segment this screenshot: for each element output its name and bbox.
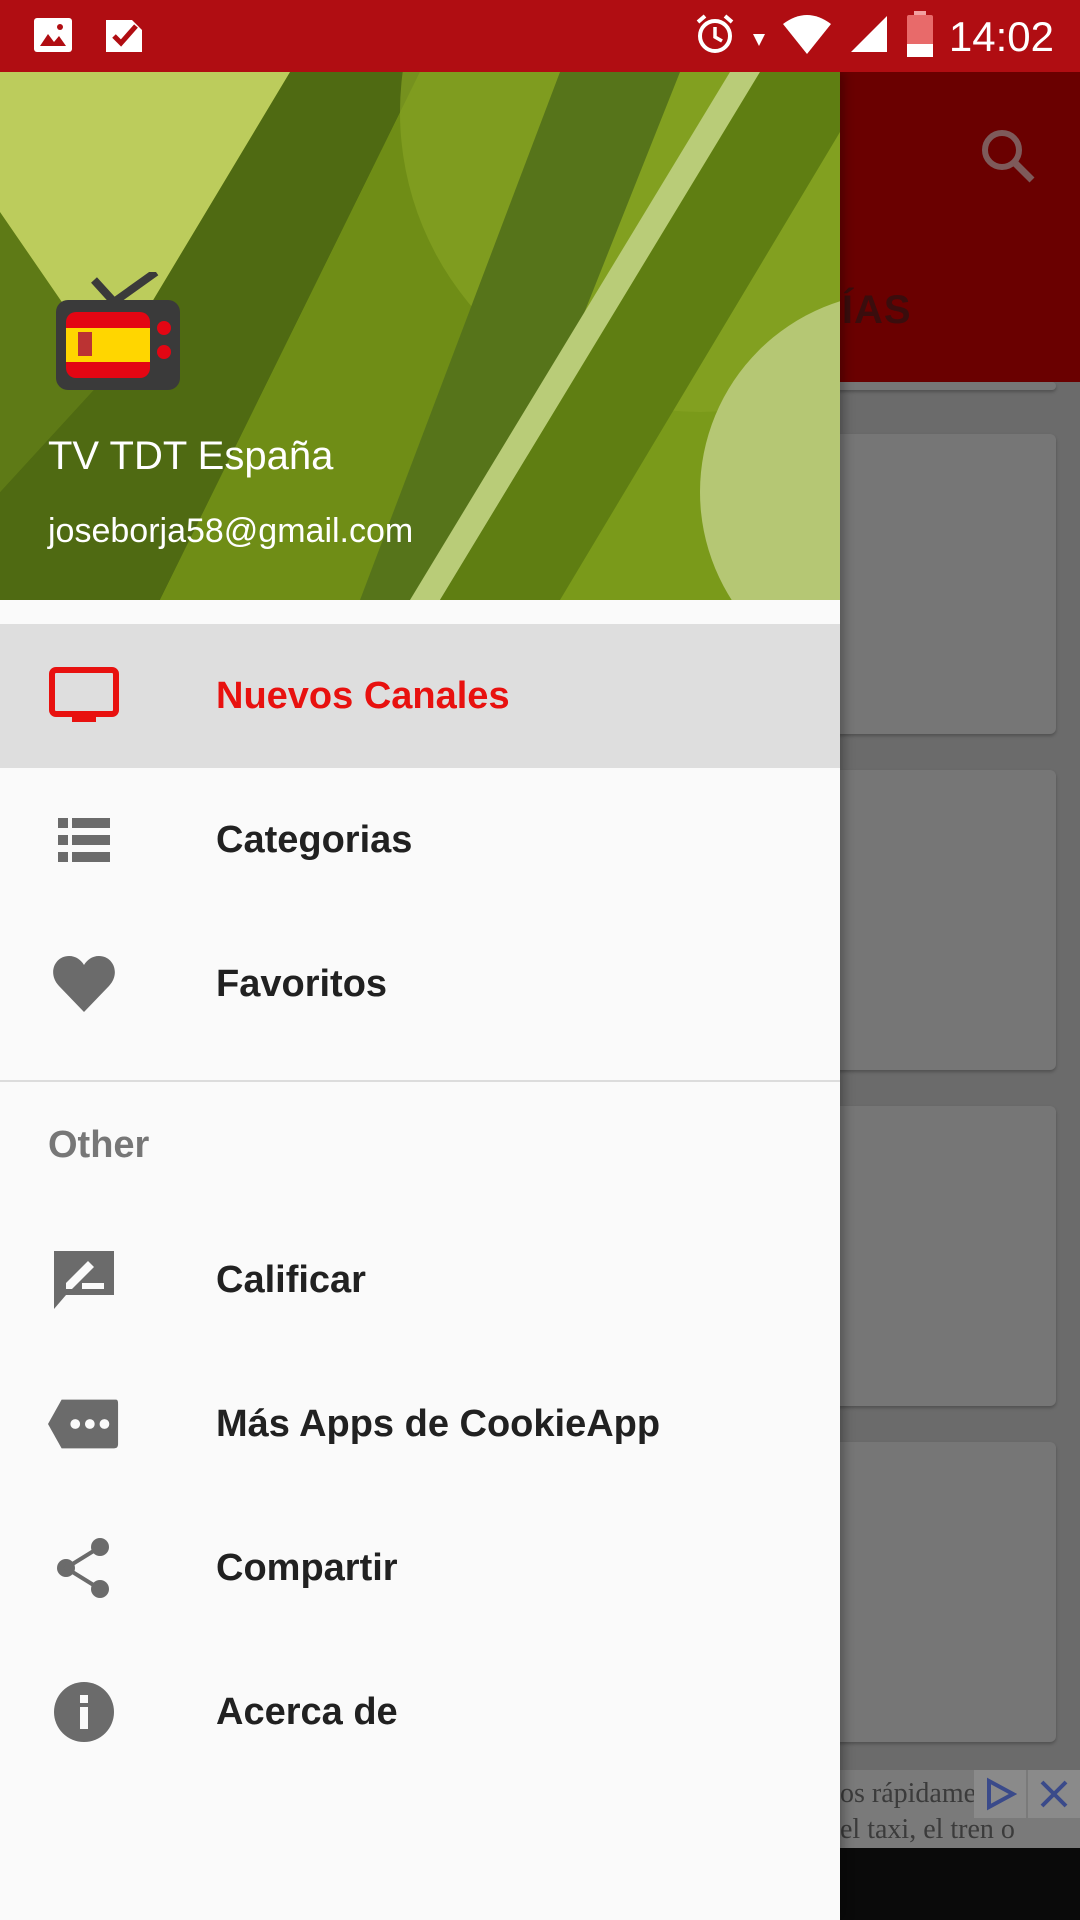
menu-item-calificar[interactable]: Calificar [0,1208,840,1352]
menu-item-compartir[interactable]: Compartir [0,1496,840,1640]
menu-item-nuevos-canales[interactable]: Nuevos Canales [0,624,840,768]
app-name: TV TDT España [48,434,334,478]
share-icon [48,1532,120,1604]
list-item[interactable] [820,770,1056,1070]
wifi-icon [781,12,833,61]
image-icon [32,14,74,63]
tv-icon [48,660,120,732]
account-email: joseborja58@gmail.com [48,512,414,550]
menu-item-label: Favoritos [216,962,388,1005]
menu-item-label: Más Apps de CookieApp [216,1402,661,1445]
more-apps-icon [48,1388,120,1460]
search-icon[interactable] [978,126,1038,191]
menu-item-favoritos[interactable]: Favoritos [0,912,840,1056]
drawer-menu: Nuevos Canales Categorias Favoritos Othe… [0,624,840,1784]
menu-item-label: Compartir [216,1546,398,1589]
battery-icon [905,10,935,63]
menu-item-label: Categorias [216,818,413,861]
list-item[interactable] [820,382,1056,390]
menu-item-mas-apps[interactable]: Más Apps de CookieApp [0,1352,840,1496]
menu-item-label: Calificar [216,1258,366,1301]
alarm-icon [693,12,737,61]
status-bar: 14:02 [0,0,1080,72]
clock: 14:02 [948,12,1054,60]
info-icon [48,1676,120,1748]
ad-choices-icon[interactable] [974,1770,1026,1818]
menu-item-label: Acerca de [216,1690,398,1733]
drawer-header: TV TDT España joseborja58@gmail.com [0,72,840,600]
heart-icon [48,948,120,1020]
signal-icon [847,12,891,61]
data-arrow-icon [751,12,767,61]
background-bottom-bar [840,1848,1080,1920]
menu-item-label: Nuevos Canales [216,674,510,717]
app-logo-icon [52,268,182,407]
menu-item-acerca-de[interactable]: Acerca de [0,1640,840,1784]
rate-review-icon [48,1244,120,1316]
check-icon [102,14,146,63]
close-icon[interactable] [1028,1770,1080,1818]
menu-item-categorias[interactable]: Categorias [0,768,840,912]
list-icon [48,804,120,876]
list-item[interactable] [820,1106,1056,1406]
list-item[interactable] [820,434,1056,734]
list-item[interactable] [820,1442,1056,1742]
section-header-other: Other [48,1123,150,1166]
navigation-drawer: TV TDT España joseborja58@gmail.com Nuev… [0,72,840,1920]
